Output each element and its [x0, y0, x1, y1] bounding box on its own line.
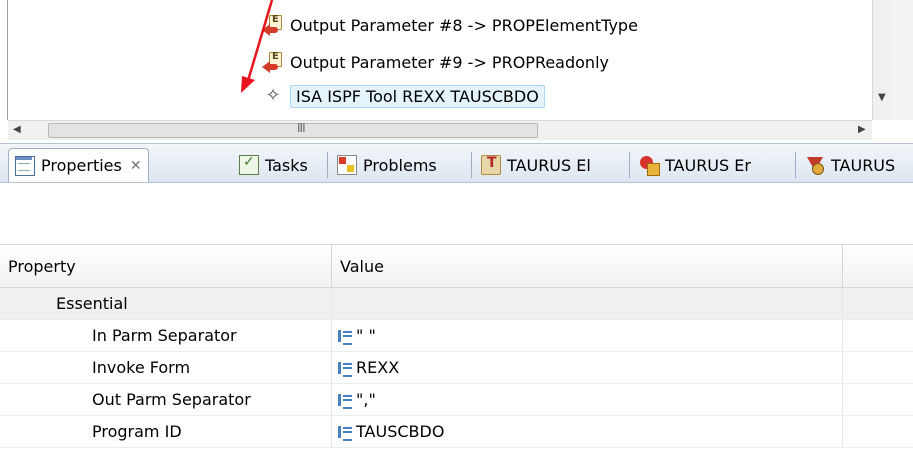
- filler-cell: [843, 320, 913, 352]
- properties-table: Property Value Essential In Parm Separat…: [0, 244, 913, 452]
- tab-tasks[interactable]: Tasks: [233, 149, 314, 181]
- tree-item-isa-ispf-tool[interactable]: ✧ ISA ISPF Tool REXX TAUSCBDO: [262, 84, 545, 108]
- property-row-invoke-form[interactable]: Invoke Form REXX: [0, 352, 913, 384]
- category-value-cell: [332, 288, 843, 320]
- tab-label: Properties: [41, 156, 122, 175]
- problems-icon: [337, 155, 357, 175]
- property-row-out-parm-separator[interactable]: Out Parm Separator ",": [0, 384, 913, 416]
- filler-cell: [843, 384, 913, 416]
- tab-taurus[interactable]: TAURUS: [799, 149, 901, 181]
- column-header-value[interactable]: Value: [332, 244, 843, 288]
- taurus-element-icon: [481, 155, 501, 175]
- property-name: Out Parm Separator: [0, 384, 332, 416]
- tab-label: TAURUS El: [507, 155, 591, 175]
- tree-left-border: [0, 0, 8, 120]
- scroll-down-arrow-icon[interactable]: ▼: [878, 92, 886, 103]
- tab-separator: [629, 152, 630, 178]
- tasks-icon: [239, 154, 259, 175]
- filler-cell: [843, 416, 913, 448]
- text-value-icon: [338, 361, 352, 377]
- tree-item-output-parameter-8[interactable]: Output Parameter #8 -> PROPElementType: [262, 13, 638, 37]
- property-row-program-id[interactable]: Program ID TAUSCBDO: [0, 416, 913, 448]
- text-value-icon: [338, 393, 352, 409]
- tab-separator: [327, 152, 328, 178]
- column-header-filler: [843, 244, 913, 288]
- tab-taurus-er[interactable]: TAURUS Er: [633, 149, 757, 181]
- text-value-icon: [338, 425, 352, 441]
- tab-separator: [471, 152, 472, 178]
- tree-item-label: Output Parameter #8 -> PROPElementType: [290, 15, 638, 35]
- property-value-cell[interactable]: TAUSCBDO: [332, 416, 843, 448]
- scroll-right-arrow-icon[interactable]: ▶: [858, 124, 866, 135]
- output-parameter-icon: [262, 51, 284, 73]
- tab-label: TAURUS: [831, 155, 896, 175]
- tree-item-label: ISA ISPF Tool REXX TAUSCBDO: [290, 84, 545, 108]
- property-row-in-parm-separator[interactable]: In Parm Separator " ": [0, 320, 913, 352]
- property-value-cell[interactable]: REXX: [332, 352, 843, 384]
- properties-icon: [15, 155, 35, 176]
- property-value: TAUSCBDO: [356, 422, 445, 441]
- tab-label: Problems: [363, 155, 437, 175]
- category-label: Essential: [0, 288, 332, 320]
- text-value-icon: [338, 329, 352, 345]
- property-name: Program ID: [0, 416, 332, 448]
- tool-diamond-icon: ✧: [265, 85, 281, 106]
- property-value: REXX: [356, 358, 400, 377]
- output-parameter-icon: [262, 14, 284, 36]
- taurus-error-icon: [639, 155, 660, 176]
- tab-problems[interactable]: Problems: [331, 149, 443, 181]
- tree-horizontal-scrollbar[interactable]: ◀ III ▶: [8, 120, 872, 140]
- property-value: ",": [356, 390, 376, 409]
- close-icon[interactable]: ✕: [130, 158, 142, 174]
- tab-taurus-el[interactable]: TAURUS El: [475, 149, 597, 181]
- property-value: " ": [356, 326, 376, 345]
- property-name: In Parm Separator: [0, 320, 332, 352]
- property-value-cell[interactable]: " ": [332, 320, 843, 352]
- tree-vertical-scrollbar[interactable]: ▼: [872, 0, 892, 120]
- category-row-essential[interactable]: Essential: [0, 288, 913, 320]
- scrollbar-thumb[interactable]: III: [48, 121, 538, 138]
- tree-item-label: Output Parameter #9 -> PROPReadonly: [290, 52, 609, 72]
- view-tab-bar: Properties ✕ Tasks Problems TAURUS El TA…: [0, 143, 913, 183]
- column-header-property[interactable]: Property: [0, 244, 332, 288]
- tab-label: Tasks: [265, 155, 308, 175]
- tab-properties[interactable]: Properties ✕: [8, 148, 149, 182]
- tab-label: TAURUS Er: [665, 155, 751, 175]
- filler-cell: [843, 288, 913, 320]
- properties-toolbar-area: [0, 184, 913, 244]
- filler-cell: [843, 352, 913, 384]
- scrollbar-grip: III: [297, 121, 306, 135]
- tree-right-gutter: [892, 0, 913, 120]
- tab-separator: [795, 152, 796, 178]
- outline-tree: Output Parameter #8 -> PROPElementType O…: [0, 0, 913, 140]
- taurus-icon: [805, 155, 825, 175]
- scroll-left-arrow-icon[interactable]: ◀: [13, 124, 21, 135]
- tree-item-output-parameter-9[interactable]: Output Parameter #9 -> PROPReadonly: [262, 50, 609, 74]
- property-value-cell[interactable]: ",": [332, 384, 843, 416]
- property-name: Invoke Form: [0, 352, 332, 384]
